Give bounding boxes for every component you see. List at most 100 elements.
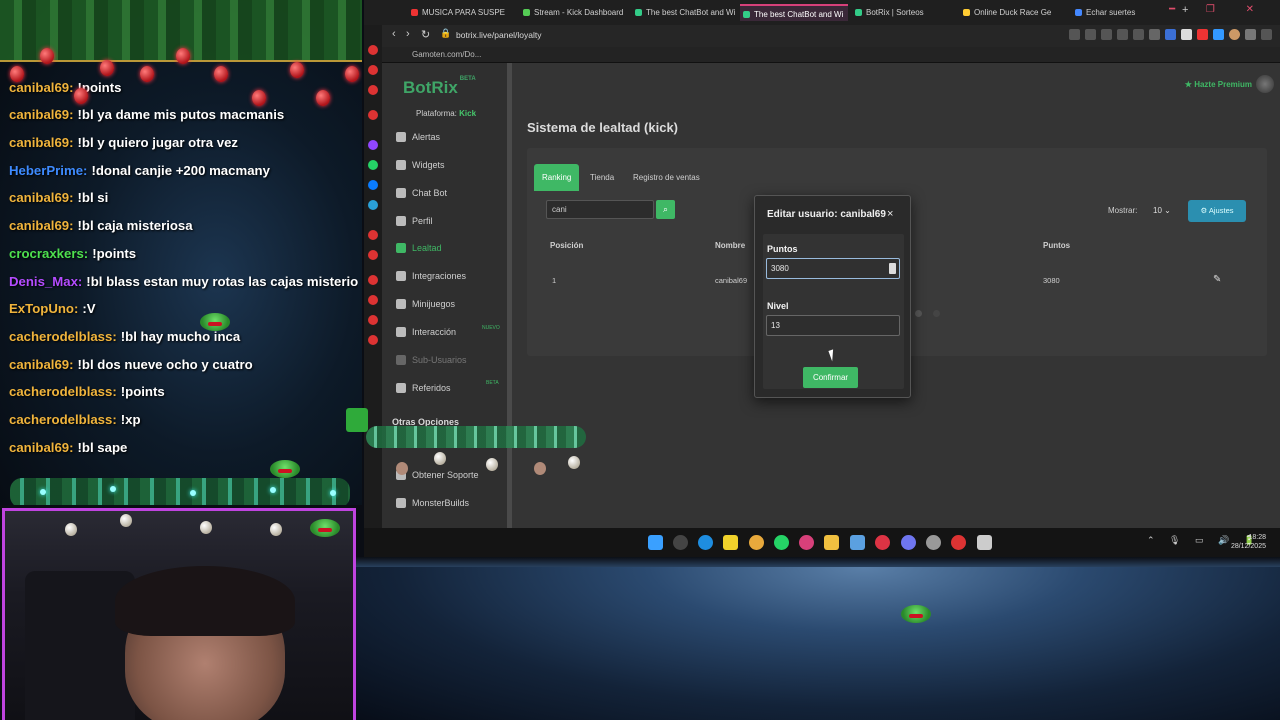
tab-ranking[interactable]: Ranking	[534, 164, 580, 191]
app-icon[interactable]	[977, 535, 992, 550]
twitch-icon[interactable]	[368, 140, 378, 150]
app-icon[interactable]	[368, 315, 378, 325]
pager-dot[interactable]	[933, 310, 940, 317]
sidebar-item-widgets[interactable]: Widgets	[396, 157, 445, 173]
points-value: 3080	[771, 264, 789, 273]
close-icon[interactable]: ×	[887, 208, 893, 220]
user-avatar[interactable]	[1256, 75, 1274, 93]
search-button[interactable]: ⌕	[656, 200, 675, 219]
bookmark-item[interactable]: Gamoten.com/Do...	[412, 50, 481, 59]
ornament-icon	[316, 90, 330, 106]
webcam-person-hair	[115, 566, 295, 636]
app-icon[interactable]	[368, 65, 378, 75]
forward-button[interactable]: ›	[406, 28, 410, 40]
show-count-select[interactable]: 10 ⌄	[1149, 202, 1179, 219]
sidebar-item-label: Referidos	[412, 383, 451, 393]
chat-text: !points	[92, 245, 137, 261]
profile-avatar-icon[interactable]	[1229, 29, 1240, 40]
bauble-icon	[65, 523, 77, 536]
windows-start-icon[interactable]	[648, 535, 663, 550]
sidebar-item-label: Lealtad	[412, 243, 442, 253]
back-button[interactable]: ‹	[392, 28, 396, 40]
sidebar-item-interaccion[interactable]: Interacción	[396, 324, 456, 340]
app-icon[interactable]	[368, 275, 378, 285]
folder-icon[interactable]	[824, 535, 839, 550]
browser-tab-active[interactable]: The best ChatBot and Wi	[740, 4, 848, 21]
emote-sticker-icon	[901, 605, 931, 623]
pager-dot[interactable]	[915, 310, 922, 317]
sidebar-item-integraciones[interactable]: Integraciones	[396, 268, 466, 284]
discord-icon[interactable]	[901, 535, 916, 550]
extension-icon[interactable]	[1117, 29, 1128, 40]
settings-button[interactable]: ⚙ Ajustes	[1188, 200, 1246, 222]
whatsapp-icon[interactable]	[774, 535, 789, 550]
level-field[interactable]: 13	[766, 315, 900, 336]
extension-icon[interactable]	[1197, 29, 1208, 40]
page-title: Sistema de lealtad (kick)	[527, 120, 679, 135]
download-icon[interactable]	[368, 295, 378, 305]
browser-tab[interactable]: MUSICA PARA SUSPE	[408, 4, 512, 21]
sticky-notes-icon[interactable]	[723, 535, 738, 550]
search-input[interactable]: cani	[546, 200, 654, 219]
app-icon[interactable]	[368, 45, 378, 55]
menu-icon[interactable]	[1261, 29, 1272, 40]
window-controls[interactable]: ━ ❐ ✕	[1169, 4, 1268, 15]
pencil-icon[interactable]: ✎	[1213, 274, 1221, 285]
url-input[interactable]: botrix.live/panel/loyalty	[456, 30, 542, 40]
heart-icon[interactable]	[1149, 29, 1160, 40]
browser-tab[interactable]: Echar suertes	[1072, 4, 1172, 21]
messenger-icon[interactable]	[368, 180, 378, 190]
chrome-icon[interactable]	[749, 535, 764, 550]
settings-icon[interactable]	[368, 335, 378, 345]
app-icon[interactable]	[951, 535, 966, 550]
bauble-icon	[568, 456, 580, 469]
extension-icon[interactable]	[1085, 29, 1096, 40]
sidebar-item-soporte[interactable]: Obtener Soporte	[396, 467, 479, 483]
app-icon[interactable]	[368, 250, 378, 260]
app-icon[interactable]	[875, 535, 890, 550]
telegram-icon[interactable]	[368, 200, 378, 210]
app-icon[interactable]	[368, 230, 378, 240]
chat-icon	[396, 188, 406, 198]
points-field[interactable]: 3080	[766, 258, 900, 279]
edge-icon[interactable]	[698, 535, 713, 550]
app-icon[interactable]	[926, 535, 941, 550]
stepper-icon[interactable]	[889, 263, 896, 274]
app-icon[interactable]	[368, 110, 378, 120]
extension-icon[interactable]	[1213, 29, 1224, 40]
extension-icon[interactable]	[1165, 29, 1176, 40]
sidebar-item-subusuarios[interactable]: Sub-Usuarios	[396, 352, 467, 368]
app-icon[interactable]	[368, 85, 378, 95]
browser-tab[interactable]: Online Duck Race Ge	[960, 4, 1064, 21]
extension-icon[interactable]	[1245, 29, 1256, 40]
premium-link[interactable]: ★ Hazte Premium	[1185, 80, 1252, 89]
sidebar-item-lealtad[interactable]: Lealtad	[396, 240, 442, 256]
zoom-icon[interactable]	[1069, 29, 1080, 40]
browser-tab[interactable]: The best ChatBot and Wi	[632, 4, 736, 21]
sidebar-item-label: Integraciones	[412, 271, 467, 281]
tab-registro-ventas[interactable]: Registro de ventas	[625, 164, 708, 191]
opera-gx-icon[interactable]	[799, 535, 814, 550]
reload-button[interactable]: ↻	[421, 28, 430, 41]
sidebar-item-perfil[interactable]: Perfil	[396, 213, 433, 229]
botrix-logo[interactable]: BotRix BETA	[403, 76, 476, 98]
extension-icon[interactable]	[1101, 29, 1112, 40]
sidebar-item-monsterbuilds[interactable]: MonsterBuilds	[396, 495, 469, 511]
sidebar-item-chatbot[interactable]: Chat Bot	[396, 185, 447, 201]
sidebar-item-alertas[interactable]: Alertas	[396, 129, 440, 145]
clock[interactable]: 18:28 28/12/2025	[1231, 533, 1266, 551]
platform-value: Kick	[459, 109, 477, 118]
tab-tienda[interactable]: Tienda	[582, 164, 622, 191]
extension-icon[interactable]	[1133, 29, 1144, 40]
store-icon[interactable]	[850, 535, 865, 550]
browser-tab[interactable]: BotRix | Sorteos	[852, 4, 952, 21]
confirm-button[interactable]: Confirmar	[803, 367, 858, 388]
extension-icon[interactable]	[1181, 29, 1192, 40]
search-icon[interactable]	[673, 535, 688, 550]
browser-tab[interactable]: Stream - Kick Dashboard	[520, 4, 624, 21]
sidebar-item-minijuegos[interactable]: Minijuegos	[396, 296, 455, 312]
emote-sticker-icon	[200, 313, 230, 331]
chat-username: canibal69:	[9, 356, 74, 372]
whatsapp-icon[interactable]	[368, 160, 378, 170]
sidebar-item-referidos[interactable]: Referidos	[396, 380, 451, 396]
